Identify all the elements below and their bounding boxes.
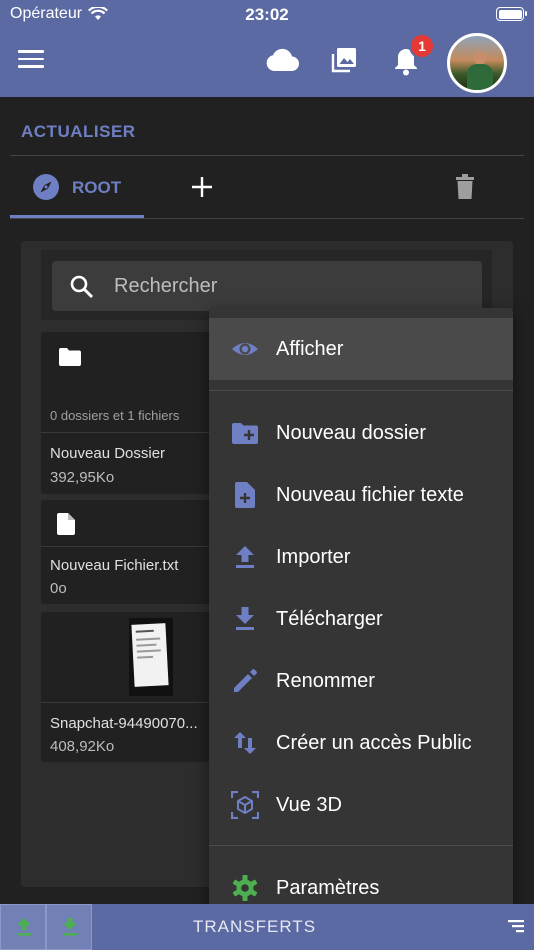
search-placeholder: Rechercher	[114, 275, 218, 297]
folder-plus-icon	[232, 423, 258, 444]
battery-icon	[496, 7, 527, 21]
search-icon	[70, 275, 94, 299]
file-size: 392,95Ko	[50, 469, 115, 486]
swap-vertical-icon	[234, 732, 256, 754]
upload-transfer-button[interactable]	[0, 904, 46, 950]
download-icon	[236, 607, 254, 630]
app-header: Opérateur 23:02 1	[0, 0, 534, 97]
gallery-icon[interactable]	[330, 46, 358, 74]
compass-icon	[33, 174, 59, 200]
divider	[10, 155, 524, 156]
menu-item-public-access[interactable]: Créer un accès Public	[209, 712, 513, 774]
refresh-button[interactable]: ACTUALISER	[21, 122, 136, 142]
cube-icon	[231, 791, 259, 819]
tab-root[interactable]: ROOT	[10, 160, 144, 218]
menu-item-new-folder[interactable]: Nouveau dossier	[209, 402, 513, 464]
context-menu: Afficher Nouveau dossier Nouveau fichier…	[209, 308, 513, 928]
menu-item-afficher[interactable]: Afficher	[209, 318, 513, 380]
file-card[interactable]: Nouveau Fichier.txt 0o	[41, 500, 211, 604]
add-tab-icon[interactable]	[190, 175, 214, 199]
menu-item-download[interactable]: Télécharger	[209, 588, 513, 650]
eye-icon	[232, 343, 258, 355]
divider	[10, 218, 524, 219]
status-time: 23:02	[245, 5, 289, 24]
file-plus-icon	[235, 482, 255, 508]
notification-badge: 1	[409, 33, 435, 59]
download-transfer-button[interactable]	[46, 904, 92, 950]
file-card[interactable]: 0 dossiers et 1 fichiers Nouveau Dossier…	[41, 332, 211, 494]
divider	[41, 546, 211, 547]
divider	[41, 702, 211, 703]
divider	[209, 845, 513, 846]
sort-icon[interactable]	[508, 918, 524, 934]
pencil-icon	[234, 669, 257, 692]
menu-item-label: Afficher	[276, 337, 344, 360]
menu-button[interactable]	[18, 50, 44, 72]
download-icon	[63, 918, 77, 936]
menu-item-label: Vue 3D	[276, 793, 342, 816]
folder-icon	[59, 348, 81, 366]
upload-icon	[236, 546, 254, 568]
trash-icon[interactable]	[455, 174, 475, 200]
file-name: Nouveau Fichier.txt	[50, 557, 179, 574]
transfers-label[interactable]: TRANSFERTS	[193, 917, 316, 937]
file-size: 0o	[50, 580, 67, 597]
divider	[41, 432, 211, 433]
gear-icon	[232, 875, 258, 901]
menu-item-label: Télécharger	[276, 607, 383, 630]
file-name: Snapchat-94490070...	[50, 715, 198, 732]
divider	[209, 390, 513, 391]
menu-item-label: Renommer	[276, 669, 375, 692]
upload-icon	[17, 918, 31, 936]
cloud-icon[interactable]	[265, 47, 299, 73]
menu-item-rename[interactable]: Renommer	[209, 650, 513, 712]
status-bar: Opérateur 23:02	[0, 0, 534, 28]
menu-item-label: Importer	[276, 545, 351, 568]
menu-item-label: Créer un accès Public	[276, 731, 472, 754]
search-input[interactable]: Rechercher	[52, 261, 482, 311]
menu-item-3d-view[interactable]: Vue 3D	[209, 774, 513, 836]
menu-item-new-text-file[interactable]: Nouveau fichier texte	[209, 464, 513, 526]
menu-item-label: Paramètres	[276, 876, 380, 899]
menu-item-import[interactable]: Importer	[209, 526, 513, 588]
file-icon	[57, 513, 75, 535]
menu-item-label: Nouveau dossier	[276, 421, 427, 444]
menu-item-label: Nouveau fichier texte	[276, 483, 464, 506]
file-meta: 0 dossiers et 1 fichiers	[50, 408, 180, 423]
file-card[interactable]: Snapchat-94490070... 408,92Ko	[41, 612, 211, 762]
file-name: Nouveau Dossier	[50, 445, 166, 462]
avatar[interactable]	[447, 33, 507, 93]
file-size: 408,92Ko	[50, 738, 115, 755]
image-thumbnail	[129, 618, 173, 696]
tab-root-label: ROOT	[72, 178, 122, 197]
